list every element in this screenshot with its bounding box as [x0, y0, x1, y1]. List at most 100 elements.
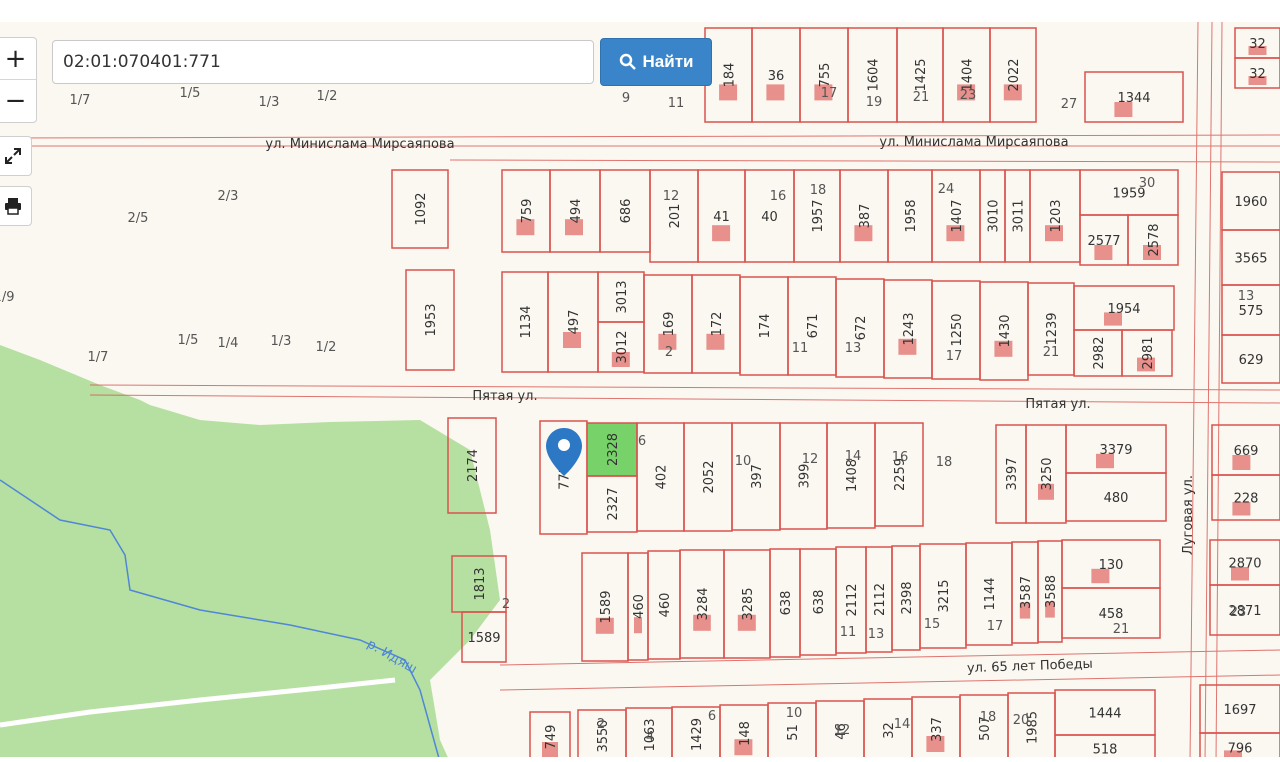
house-number: 1/3 — [271, 334, 292, 349]
parcel-label: 1144 — [983, 577, 998, 610]
zoom-out-button[interactable]: − — [0, 80, 36, 121]
parcel-label: 51 — [786, 724, 801, 741]
parcel-label: 1444 — [1088, 707, 1121, 722]
parcel-label: 2112 — [845, 583, 860, 616]
house-number: 1/5 — [180, 86, 201, 101]
parcel-label: 638 — [779, 591, 794, 616]
house-number: 1/7 — [88, 350, 109, 365]
house-number: 21 — [1043, 345, 1060, 360]
parcel-label: 3250 — [1040, 457, 1055, 490]
parcel-label: 36 — [768, 69, 785, 84]
fullscreen-button[interactable] — [0, 136, 32, 176]
house-number: 2 — [597, 717, 605, 732]
parcel-label: 1957 — [811, 199, 826, 232]
cadastral-number-input[interactable] — [52, 40, 594, 84]
parcel-label: 629 — [1239, 353, 1264, 368]
house-number: 17 — [946, 349, 963, 364]
parcel-label: 1813 — [473, 567, 488, 600]
parcel-label: 387 — [858, 204, 873, 229]
cadastral-map[interactable]: 2022140414251604755361841344323219592577… — [0, 0, 1280, 762]
house-number: 15 — [924, 617, 941, 632]
house-number: 24 — [938, 182, 955, 197]
parcel-label: 638 — [812, 590, 827, 615]
house-number: 12 — [802, 452, 819, 467]
house-number: 14 — [894, 717, 911, 732]
parcel-label: 1430 — [998, 314, 1013, 347]
parcel-label: 184 — [723, 63, 738, 88]
parcel-label: 759 — [520, 199, 535, 224]
house-number: 21 — [1113, 622, 1130, 637]
parcel-label: 686 — [619, 199, 634, 224]
street-label: ул. 65 лет Победы — [967, 657, 1093, 676]
parcel-label: 1589 — [467, 631, 500, 646]
parcel-label: 1250 — [950, 313, 965, 346]
parcel-label: 32 — [1249, 67, 1266, 82]
parcel-label: 397 — [750, 464, 765, 489]
parcel-label: 1958 — [904, 199, 919, 232]
house-number: 1/2 — [317, 89, 338, 104]
parcel-label: 796 — [1228, 742, 1253, 757]
house-number: 6 — [708, 709, 716, 724]
location-pin-icon[interactable] — [546, 428, 582, 476]
house-number: 11 — [792, 341, 809, 356]
house-number: 23 — [960, 88, 977, 103]
parcel-label: 1407 — [950, 199, 965, 232]
house-number: 10 — [786, 706, 803, 721]
parcel-label: 1203 — [1049, 199, 1064, 232]
expand-icon — [5, 148, 21, 164]
parcel-label: 2982 — [1092, 336, 1107, 369]
print-button[interactable] — [0, 186, 32, 226]
house-number: 1/2 — [316, 340, 337, 355]
parcel-label: 1960 — [1234, 195, 1267, 210]
parcel-label: 749 — [544, 725, 559, 750]
parcel-label: 2174 — [466, 449, 481, 482]
house-number: 2/3 — [218, 189, 239, 204]
house-number: 1/5 — [178, 333, 199, 348]
house-number: 17 — [821, 86, 838, 101]
parcel-label: 337 — [930, 717, 945, 742]
house-number: 12 — [663, 189, 680, 204]
find-button[interactable]: Найти — [600, 38, 712, 86]
parcel-label: 3013 — [615, 280, 630, 313]
house-number: 20 — [1013, 713, 1030, 728]
parcel-label: 480 — [1104, 491, 1129, 506]
house-number: 13 — [868, 627, 885, 642]
parcel-label: 1092 — [414, 192, 429, 225]
parcel-label: 172 — [710, 312, 725, 337]
house-number: 18 — [936, 455, 953, 470]
parcel-label: 201 — [668, 204, 683, 229]
parcel-label: 3565 — [1234, 252, 1267, 267]
parcel-label: 458 — [1099, 607, 1124, 622]
street-label: ул. Минислама Мирсаяпова — [879, 135, 1068, 150]
parcel-label: 399 — [798, 464, 813, 489]
house-number: 9 — [622, 91, 630, 106]
find-button-label: Найти — [642, 52, 694, 71]
parcel-label: 3588 — [1044, 575, 1059, 608]
house-number: 30 — [1139, 176, 1156, 191]
house-number: 2 — [502, 597, 510, 612]
house-number: 13 — [845, 341, 862, 356]
parcel-label: 1953 — [424, 303, 439, 336]
parcel-label: 3587 — [1019, 576, 1034, 609]
parcel-label: 1429 — [690, 718, 705, 751]
parcel-label: 1134 — [519, 305, 534, 338]
parcel-label: 1589 — [599, 590, 614, 623]
house-number: 1/7 — [70, 93, 91, 108]
parcel-label: 1425 — [914, 58, 929, 91]
house-number: 17 — [987, 619, 1004, 634]
parcel-label: 755 — [818, 63, 833, 88]
parcel-label: 169 — [662, 312, 677, 337]
house-number: 2/5 — [128, 211, 149, 226]
parcel-label: 228 — [1234, 492, 1259, 507]
parcel-label: 148 — [738, 721, 753, 746]
parcel-label: 2577 — [1087, 234, 1120, 249]
park-area — [0, 345, 500, 762]
bottom-bar — [0, 757, 1280, 762]
parcel-label: 3011 — [1012, 199, 1027, 232]
parcel-label: 1697 — [1223, 703, 1256, 718]
parcel-label: 518 — [1093, 743, 1118, 758]
printer-icon — [5, 198, 21, 215]
house-number: 2 — [665, 345, 673, 360]
parcel-label: 1954 — [1107, 302, 1140, 317]
zoom-in-button[interactable]: + — [0, 38, 36, 80]
